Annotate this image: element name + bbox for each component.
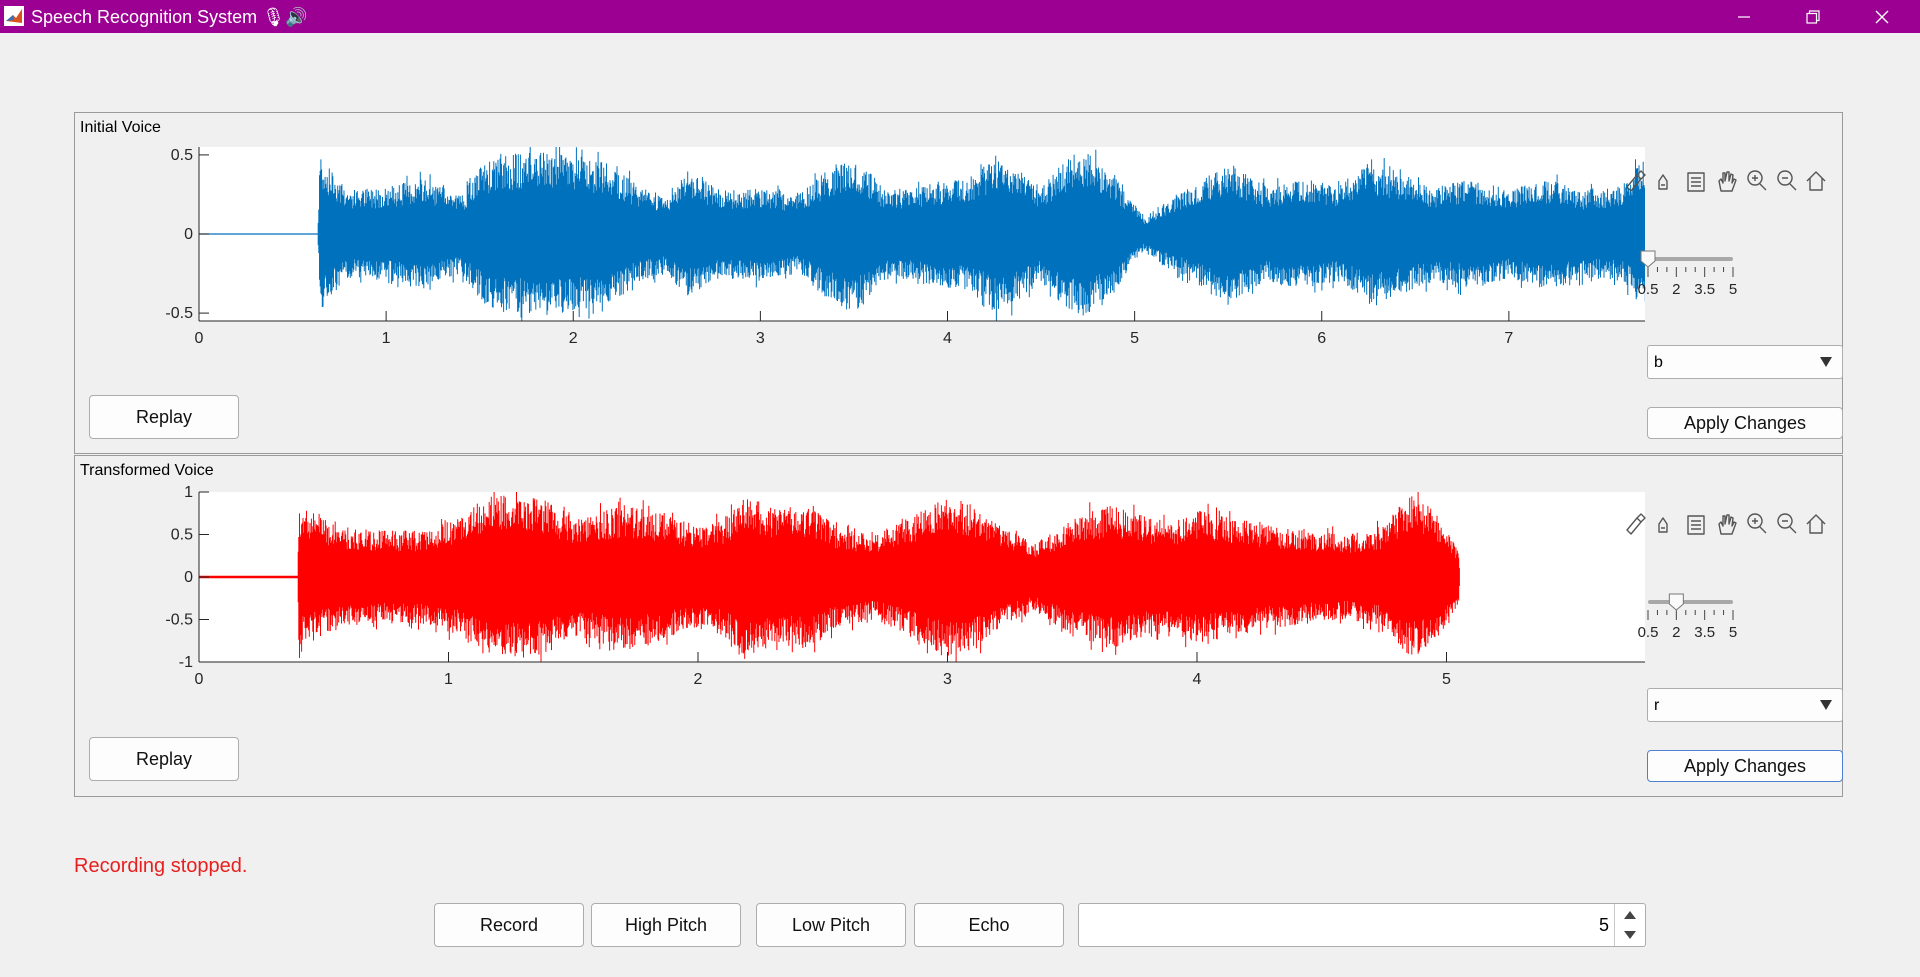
y-tick-label: -0.5 xyxy=(165,612,193,629)
close-icon[interactable] xyxy=(1852,0,1912,33)
x-tick-label: 0 xyxy=(195,330,204,345)
echo-amount-spinner[interactable]: 5 xyxy=(1078,903,1646,947)
record-button[interactable]: Record xyxy=(434,903,584,947)
slider-tick-label: 5 xyxy=(1729,281,1737,298)
x-tick-label: 1 xyxy=(444,671,453,688)
slider-tick-label: 3.5 xyxy=(1694,281,1715,298)
low-pitch-button[interactable]: Low Pitch xyxy=(756,903,906,947)
zoom-in-icon[interactable] xyxy=(1743,166,1769,196)
replay-button[interactable]: Replay xyxy=(89,395,239,439)
echo-button[interactable]: Echo xyxy=(914,903,1064,947)
apply-changes-button[interactable]: Apply Changes xyxy=(1647,750,1843,782)
legend-icon[interactable] xyxy=(1683,166,1709,196)
brush-icon[interactable] xyxy=(1623,166,1649,196)
chevron-down-icon xyxy=(1820,357,1832,367)
y-tick-label: -0.5 xyxy=(165,305,193,322)
initial-voice-panel: Initial Voice 012345678-0.500.5×104 0.52… xyxy=(74,112,1843,454)
spinner-value: 5 xyxy=(1598,915,1609,935)
replay-button[interactable]: Replay xyxy=(89,737,239,781)
y-tick-label: -1 xyxy=(179,654,193,671)
slider-track xyxy=(1648,600,1733,604)
slider-tick-label: 2 xyxy=(1672,281,1680,298)
speed-slider[interactable]: 0.5 2 3.5 5 xyxy=(1635,247,1745,303)
x-tick-label: 7 xyxy=(1504,330,1513,345)
pan-icon[interactable] xyxy=(1713,166,1739,196)
speed-slider[interactable]: 0.5 2 3.5 5 xyxy=(1635,590,1745,646)
minimize-icon[interactable] xyxy=(1714,0,1774,33)
datatip-icon[interactable] xyxy=(1653,166,1679,196)
panel-title: Transformed Voice xyxy=(80,462,214,479)
x-tick-label: 5 xyxy=(1130,330,1139,345)
color-dropdown[interactable]: r xyxy=(1647,688,1843,722)
panel-title: Initial Voice xyxy=(80,119,161,136)
initial-voice-waveform-chart: 012345678-0.500.5×104 xyxy=(165,147,1645,345)
status-text: Recording stopped. xyxy=(74,855,248,877)
home-icon[interactable] xyxy=(1803,509,1829,539)
window-title: Speech Recognition System 🎙🔊 xyxy=(31,7,308,27)
slider-track xyxy=(1648,257,1733,261)
y-tick-label: 0.5 xyxy=(171,527,193,544)
legend-icon[interactable] xyxy=(1683,509,1709,539)
y-tick-label: 0 xyxy=(184,569,193,586)
color-dropdown[interactable]: b xyxy=(1647,345,1843,379)
slider-thumb[interactable] xyxy=(1668,593,1684,611)
x-tick-label: 0 xyxy=(195,671,204,688)
spinner-up-icon[interactable] xyxy=(1624,911,1636,919)
slider-tick-label: 0.5 xyxy=(1638,281,1659,298)
y-tick-label: 0.5 xyxy=(171,147,193,164)
slider-tick-label: 3.5 xyxy=(1694,624,1715,641)
restore-icon[interactable] xyxy=(1783,0,1843,33)
matlab-icon xyxy=(4,6,24,26)
dropdown-value: r xyxy=(1654,697,1660,714)
dropdown-value: b xyxy=(1654,354,1663,371)
x-tick-label: 4 xyxy=(943,330,952,345)
y-tick-label: 1 xyxy=(184,486,193,501)
axes-toolbar xyxy=(1623,166,1826,196)
datatip-icon[interactable] xyxy=(1653,509,1679,539)
slider-thumb[interactable] xyxy=(1640,250,1656,268)
x-tick-label: 2 xyxy=(569,330,578,345)
high-pitch-button[interactable]: High Pitch xyxy=(591,903,741,947)
pan-icon[interactable] xyxy=(1713,509,1739,539)
home-icon[interactable] xyxy=(1803,166,1829,196)
axes-toolbar xyxy=(1623,509,1826,539)
zoom-in-icon[interactable] xyxy=(1743,509,1769,539)
x-tick-label: 2 xyxy=(694,671,703,688)
brush-icon[interactable] xyxy=(1623,509,1649,539)
y-tick-label: 0 xyxy=(184,226,193,243)
x-tick-label: 3 xyxy=(943,671,952,688)
chevron-down-icon xyxy=(1820,700,1832,710)
slider-tick-label: 5 xyxy=(1729,624,1737,641)
zoom-out-icon[interactable] xyxy=(1773,166,1799,196)
spinner-down-icon[interactable] xyxy=(1624,931,1636,939)
x-tick-label: 3 xyxy=(756,330,765,345)
transformed-voice-waveform-chart: 0123456-1-0.500.51×104 xyxy=(165,486,1645,688)
apply-changes-button[interactable]: Apply Changes xyxy=(1647,407,1843,439)
slider-tick-label: 0.5 xyxy=(1638,624,1659,641)
title-bar: Speech Recognition System 🎙🔊 xyxy=(0,0,1920,33)
zoom-out-icon[interactable] xyxy=(1773,509,1799,539)
slider-tick-label: 2 xyxy=(1672,624,1680,641)
x-tick-label: 6 xyxy=(1317,330,1326,345)
x-tick-label: 5 xyxy=(1442,671,1451,688)
x-tick-label: 4 xyxy=(1193,671,1202,688)
spinner-controls xyxy=(1614,904,1645,946)
x-tick-label: 1 xyxy=(382,330,391,345)
transformed-voice-panel: Transformed Voice 0123456-1-0.500.51×104… xyxy=(74,455,1843,797)
